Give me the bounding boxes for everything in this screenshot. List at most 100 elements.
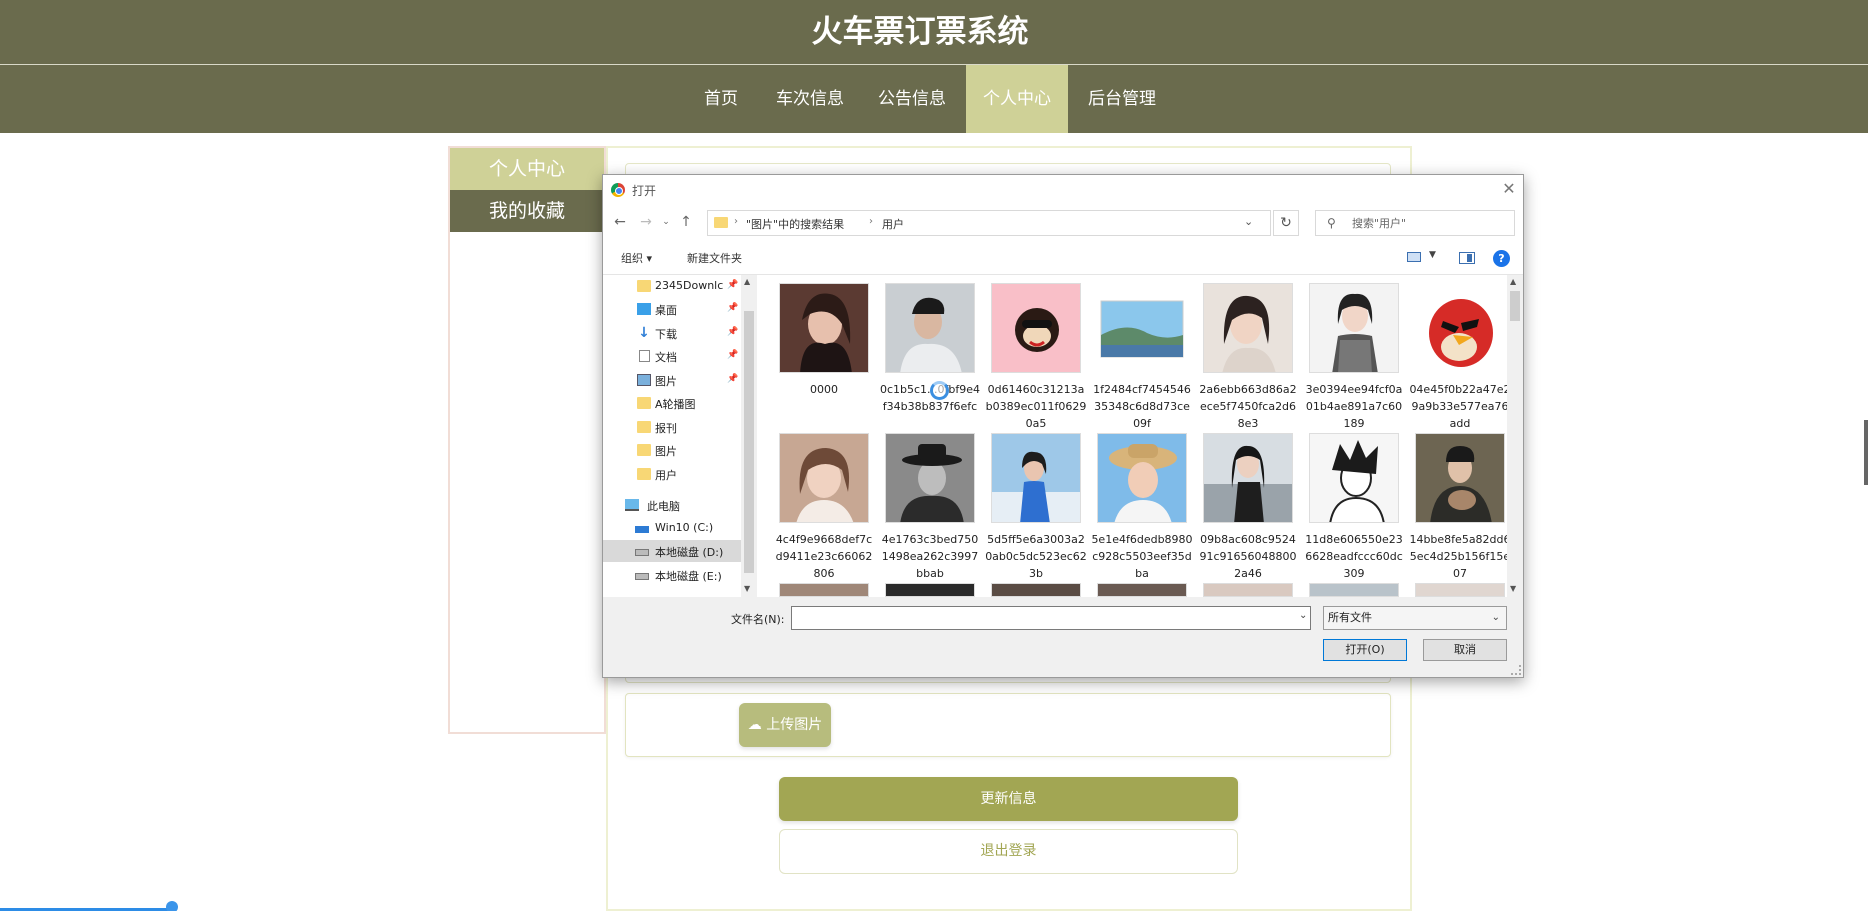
file-grid: 0000 0c1b5c1...0fbf9e4f34b38b837f6efc 0d… <box>757 275 1507 597</box>
file-thumbnail-partial[interactable] <box>1309 583 1399 597</box>
portrait-woman-icon <box>1309 283 1399 373</box>
scrollbar-thumb[interactable] <box>744 311 754 573</box>
open-button[interactable]: 打开(O) <box>1323 639 1407 661</box>
file-name: 2a6ebb663d86a2ece5f7450fca2d68e3 <box>1199 383 1297 430</box>
folder-icon <box>714 217 728 228</box>
filename-input[interactable] <box>791 606 1311 630</box>
nav-pane-item[interactable]: 图片 <box>603 439 741 461</box>
nav-home[interactable]: 首页 <box>690 65 752 133</box>
portrait-woman-icon <box>779 433 869 523</box>
preview-pane-icon[interactable] <box>1459 252 1475 264</box>
update-info-button[interactable]: 更新信息 <box>779 777 1238 821</box>
sidebar-item-personal-center[interactable]: 个人中心 <box>450 148 604 190</box>
pin-icon: 📌 <box>727 327 739 337</box>
file-thumbnail-partial[interactable] <box>779 583 869 597</box>
nav-pane-item[interactable]: 用户 <box>603 463 741 485</box>
file-type-select[interactable]: 所有文件 ⌄ <box>1323 606 1507 630</box>
nav-pane-label: 此电脑 <box>647 500 680 513</box>
nav-personal-center[interactable]: 个人中心 <box>966 65 1068 133</box>
folder-icon <box>637 421 651 433</box>
nav-pane-item[interactable]: 文档 📌 <box>603 345 741 367</box>
nav-pane-label: 图片 <box>655 445 677 458</box>
nav-pane-label: 2345Downlc <box>655 279 724 292</box>
nav-pane-item[interactable]: 本地磁盘 (E:) <box>603 564 741 586</box>
file-name: 5e1e4f6dedb8980c928c5503eef35dba <box>1091 533 1193 580</box>
file-thumbnail-partial[interactable] <box>991 583 1081 597</box>
navigation-scrollbar[interactable]: ▲ ▼ <box>741 275 757 597</box>
scroll-up-icon[interactable]: ▲ <box>744 277 750 286</box>
nav-pane-item[interactable]: 报刊 <box>603 416 741 438</box>
nav-pane-item[interactable]: 桌面 📌 <box>603 298 741 320</box>
scroll-down-icon[interactable]: ▼ <box>744 584 750 593</box>
refresh-icon[interactable]: ↻ <box>1273 210 1299 236</box>
nav-pane-item[interactable]: ↓ 下载 📌 <box>603 322 741 344</box>
address-row: ← → ⌄ ↑ › "图片"中的搜索结果 › 用户 ⌄ ↻ ⚲ <box>603 205 1523 241</box>
drive-icon <box>635 549 649 556</box>
chevron-down-icon[interactable]: ⌄ <box>1299 610 1307 621</box>
nav-pane-label: 文档 <box>655 351 677 364</box>
file-thumbnail-partial[interactable] <box>1097 583 1187 597</box>
file-thumbnail-partial[interactable] <box>885 583 975 597</box>
resize-grip-icon[interactable] <box>1511 665 1521 675</box>
nav-pane-item[interactable]: A轮播图 <box>603 392 741 414</box>
document-icon <box>639 350 650 362</box>
file-thumbnail-partial[interactable] <box>1203 583 1293 597</box>
nav-train-info[interactable]: 车次信息 <box>770 65 850 133</box>
search-input[interactable] <box>1352 213 1508 233</box>
view-mode-icon[interactable] <box>1407 252 1421 262</box>
chevron-right-icon: › <box>734 216 738 227</box>
back-arrow-icon[interactable]: ← <box>611 213 629 231</box>
nav-pane-item-selected[interactable]: 本地磁盘 (D:) <box>603 540 741 562</box>
file-thumbnail-partial[interactable] <box>1415 583 1505 597</box>
up-arrow-icon[interactable]: ↑ <box>677 213 695 231</box>
logout-button[interactable]: 退出登录 <box>779 829 1238 874</box>
nav-pane-label: A轮播图 <box>655 398 696 411</box>
address-segment-search[interactable]: "图片"中的搜索结果 <box>746 216 844 232</box>
angry-bird-icon <box>1415 283 1505 373</box>
page-scrollbar[interactable] <box>1864 420 1868 485</box>
folder-icon <box>637 397 651 409</box>
side-menu: 个人中心 我的收藏 <box>448 146 606 734</box>
nav-pane-item[interactable]: Win10 (C:) <box>603 517 741 539</box>
cancel-button[interactable]: 取消 <box>1423 639 1507 661</box>
nav-admin[interactable]: 后台管理 <box>1082 65 1162 133</box>
pictures-icon <box>637 374 651 386</box>
scroll-down-icon[interactable]: ▼ <box>1510 584 1516 593</box>
pin-icon: 📌 <box>727 374 739 384</box>
scrollbar-thumb[interactable] <box>1510 291 1520 321</box>
nav-pane-label: 报刊 <box>655 422 677 435</box>
chevron-down-icon[interactable]: ⌄ <box>1244 215 1253 228</box>
file-name: 0d61460c31213ab0389ec011f06290a5 <box>985 383 1087 430</box>
address-bar[interactable]: › "图片"中的搜索结果 › 用户 ⌄ <box>707 210 1271 236</box>
file-name: 14bbe8fe5a82dd65ec4d25b156f15e07 <box>1409 533 1507 580</box>
new-folder-button[interactable]: 新建文件夹 <box>687 250 742 266</box>
file-type-value: 所有文件 <box>1328 611 1372 624</box>
dialog-title: 打开 <box>632 184 657 198</box>
pin-icon: 📌 <box>727 303 739 313</box>
caret-down-icon[interactable]: ▼ <box>1429 250 1436 260</box>
organize-menu[interactable]: 组织 ▾ <box>621 250 652 266</box>
progress-handle[interactable] <box>166 901 178 911</box>
address-segment-users[interactable]: 用户 <box>882 216 904 232</box>
portrait-man-icon <box>885 283 975 373</box>
help-icon[interactable]: ? <box>1493 250 1510 267</box>
nav-pane-item[interactable]: 此电脑 <box>603 494 741 516</box>
nav-pane-label: 用户 <box>655 469 677 482</box>
dialog-toolbar: 组织 ▾ 新建文件夹 ▼ ? <box>603 241 1523 275</box>
file-grid-scrollbar[interactable]: ▲ ▼ <box>1507 275 1523 597</box>
portrait-woman-icon <box>1203 283 1293 373</box>
close-icon[interactable]: ✕ <box>1499 178 1519 200</box>
forward-arrow-icon[interactable]: → <box>637 213 655 231</box>
nav-pane-label: 本地磁盘 (E:) <box>655 570 722 583</box>
nav-pane-item[interactable]: 图片 📌 <box>603 369 741 391</box>
site-header: 火车票订票系统 首页 车次信息 公告信息 个人中心 后台管理 <box>0 0 1868 133</box>
upload-image-button[interactable]: ☁ 上传图片 <box>739 703 831 747</box>
main-nav: 首页 车次信息 公告信息 个人中心 后台管理 <box>0 65 1868 133</box>
nav-announcements[interactable]: 公告信息 <box>872 65 952 133</box>
landscape-icon <box>1097 283 1187 373</box>
scroll-up-icon[interactable]: ▲ <box>1510 277 1516 286</box>
monkey-cartoon-icon <box>991 283 1081 373</box>
recent-locations-chevron-icon[interactable]: ⌄ <box>657 213 675 231</box>
nav-pane-item[interactable]: 2345Downlc 📌 <box>603 275 741 297</box>
sidebar-item-favorites[interactable]: 我的收藏 <box>450 190 604 232</box>
